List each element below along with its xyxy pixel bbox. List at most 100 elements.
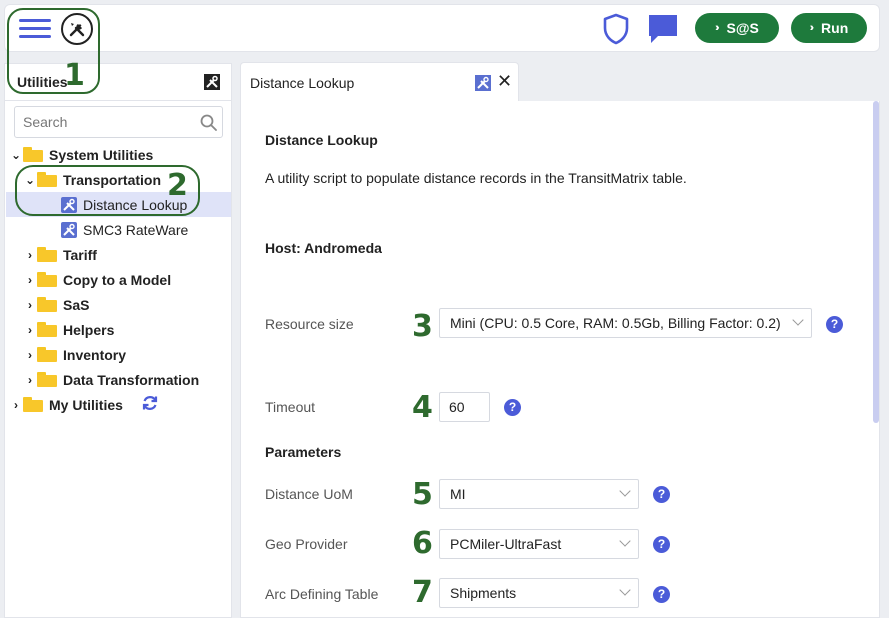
parameters-heading: Parameters bbox=[265, 444, 342, 460]
folder-icon bbox=[37, 347, 57, 362]
shield-icon[interactable] bbox=[602, 13, 630, 50]
utilities-panel: Utilities ⌄ System Utilities ⌄ Transport… bbox=[4, 63, 232, 618]
chevron-right-icon[interactable]: › bbox=[23, 273, 37, 287]
help-icon[interactable]: ? bbox=[504, 399, 521, 416]
chevron-down-icon bbox=[619, 584, 631, 596]
resource-size-select[interactable]: Mini (CPU: 0.5 Core, RAM: 0.5Gb, Billing… bbox=[439, 308, 812, 338]
utility-script-icon bbox=[61, 196, 77, 213]
folder-icon bbox=[37, 322, 57, 337]
folder-icon bbox=[37, 272, 57, 287]
double-chevron-icon: ›› bbox=[809, 22, 815, 34]
tree-item-sas[interactable]: › SaS bbox=[23, 292, 89, 317]
utilities-panel-header: Utilities bbox=[5, 64, 231, 101]
tree-item-smc3-rateware[interactable]: SMC3 RateWare bbox=[61, 217, 188, 242]
tree-item-system-utilities[interactable]: ⌄ System Utilities bbox=[9, 142, 153, 167]
resource-size-label: Resource size bbox=[265, 316, 354, 332]
annotation-number-6: 6 bbox=[412, 526, 433, 561]
utilities-panel-title: Utilities bbox=[17, 74, 68, 90]
chevron-down-icon bbox=[619, 485, 631, 497]
tree-item-inventory[interactable]: › Inventory bbox=[23, 342, 126, 367]
annotation-number-4: 4 bbox=[412, 390, 433, 425]
run-button-label: Run bbox=[821, 20, 849, 36]
geo-provider-select[interactable]: PCMiler-UltraFast bbox=[439, 529, 639, 559]
distance-uom-value: MI bbox=[450, 486, 466, 502]
geo-provider-value: PCMiler-UltraFast bbox=[450, 536, 562, 552]
tree-item-label: System Utilities bbox=[49, 146, 154, 163]
chevron-down-icon bbox=[619, 535, 631, 547]
top-bar: ›› S@S ›› Run bbox=[4, 4, 880, 52]
sas-button-label: S@S bbox=[726, 20, 759, 36]
distance-uom-select[interactable]: MI bbox=[439, 479, 639, 509]
tree-item-label: SMC3 RateWare bbox=[83, 221, 189, 238]
tree-item-helpers[interactable]: › Helpers bbox=[23, 317, 114, 342]
chevron-right-icon[interactable]: › bbox=[23, 248, 37, 262]
annotation-number-2: 2 bbox=[167, 168, 188, 203]
chevron-right-icon[interactable]: › bbox=[23, 298, 37, 312]
utility-description: A utility script to populate distance re… bbox=[265, 170, 687, 186]
chevron-right-icon[interactable]: › bbox=[9, 398, 23, 412]
folder-icon bbox=[37, 372, 57, 387]
tools-icon bbox=[475, 75, 491, 96]
tree-item-label: Tariff bbox=[63, 246, 97, 263]
search-box bbox=[14, 106, 223, 138]
tree-item-data-transformation[interactable]: › Data Transformation bbox=[23, 367, 199, 392]
chevron-right-icon[interactable]: › bbox=[23, 373, 37, 387]
host-label: Host: Andromeda bbox=[265, 240, 382, 256]
tree-item-label: SaS bbox=[63, 296, 90, 313]
scrollbar[interactable] bbox=[873, 101, 879, 423]
tree-item-label: Inventory bbox=[63, 346, 127, 363]
utilities-tools-icon[interactable] bbox=[61, 13, 93, 45]
annotation-number-7: 7 bbox=[412, 575, 433, 610]
folder-icon bbox=[37, 297, 57, 312]
tree-item-label: Data Transformation bbox=[63, 371, 200, 388]
distance-uom-label: Distance UoM bbox=[265, 486, 353, 502]
chevron-right-icon[interactable]: › bbox=[23, 323, 37, 337]
refresh-icon[interactable] bbox=[141, 394, 159, 415]
help-icon[interactable]: ? bbox=[653, 536, 670, 553]
hamburger-menu-icon[interactable] bbox=[19, 16, 51, 42]
timeout-label: Timeout bbox=[265, 399, 316, 415]
help-icon[interactable]: ? bbox=[653, 486, 670, 503]
chevron-down-icon[interactable]: ⌄ bbox=[9, 148, 23, 162]
help-icon[interactable]: ? bbox=[826, 316, 843, 333]
timeout-input[interactable] bbox=[439, 392, 490, 422]
tab-distance-lookup[interactable]: Distance Lookup ✕ bbox=[240, 62, 519, 102]
utility-script-icon bbox=[61, 221, 77, 238]
chevron-right-icon[interactable]: › bbox=[23, 348, 37, 362]
annotation-number-5: 5 bbox=[412, 477, 433, 512]
search-icon[interactable] bbox=[200, 114, 217, 136]
tree-item-label: My Utilities bbox=[49, 396, 123, 413]
tools-icon[interactable] bbox=[204, 74, 220, 95]
tree-item-tariff[interactable]: › Tariff bbox=[23, 242, 97, 267]
utility-title: Distance Lookup bbox=[265, 132, 378, 148]
double-chevron-icon: ›› bbox=[715, 22, 720, 34]
tree-item-my-utilities[interactable]: › My Utilities bbox=[9, 392, 159, 417]
folder-icon bbox=[37, 247, 57, 262]
utility-detail-panel: Distance Lookup A utility script to popu… bbox=[240, 101, 880, 618]
tree-item-label: Helpers bbox=[63, 321, 115, 338]
arc-defining-table-value: Shipments bbox=[450, 585, 517, 601]
help-icon[interactable]: ? bbox=[653, 586, 670, 603]
tree-item-copy-to-a-model[interactable]: › Copy to a Model bbox=[23, 267, 171, 292]
arc-defining-table-label: Arc Defining Table bbox=[265, 586, 379, 602]
geo-provider-label: Geo Provider bbox=[265, 536, 348, 552]
folder-icon bbox=[37, 172, 57, 187]
chevron-down-icon bbox=[792, 314, 804, 326]
tree-item-label: Transportation bbox=[63, 171, 162, 188]
arc-defining-table-select[interactable]: Shipments bbox=[439, 578, 639, 608]
search-input[interactable] bbox=[15, 107, 195, 137]
folder-icon bbox=[23, 147, 43, 162]
close-icon[interactable]: ✕ bbox=[497, 72, 512, 90]
run-button[interactable]: ›› Run bbox=[791, 13, 867, 43]
chat-icon[interactable] bbox=[646, 12, 680, 51]
resource-size-value: Mini (CPU: 0.5 Core, RAM: 0.5Gb, Billing… bbox=[450, 315, 781, 331]
sas-button[interactable]: ›› S@S bbox=[695, 13, 779, 43]
chevron-down-icon[interactable]: ⌄ bbox=[23, 173, 37, 187]
annotation-number-3: 3 bbox=[412, 309, 433, 344]
tree-item-transportation[interactable]: ⌄ Transportation bbox=[23, 167, 161, 192]
tree-item-distance-lookup[interactable]: Distance Lookup bbox=[6, 192, 231, 217]
tab-label: Distance Lookup bbox=[250, 75, 355, 91]
folder-icon bbox=[23, 397, 43, 412]
tree-item-label: Copy to a Model bbox=[63, 271, 172, 288]
annotation-number-1: 1 bbox=[64, 58, 85, 93]
